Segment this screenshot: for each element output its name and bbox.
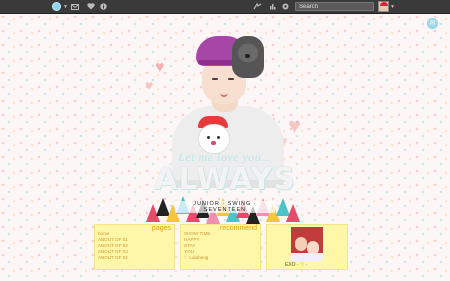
profile-caption: EXO · ♡ ·: [285, 262, 308, 268]
recommend-box: recommend SHOW TIME HAPPY STAY YOU ♡ Lal…: [180, 224, 261, 270]
add-post-icon[interactable]: [252, 2, 262, 11]
recommend-list: SHOW TIME HAPPY STAY YOU ♡ Lalabeng: [184, 231, 210, 261]
search-input[interactable]: [295, 2, 374, 11]
pages-box: pages home ABOUT OF 01 ABOUT OF 02 ABOUT…: [94, 224, 175, 270]
chevron-down-icon[interactable]: ▼: [63, 4, 68, 10]
pages-title: pages: [151, 225, 171, 232]
info-icon[interactable]: [99, 2, 108, 11]
message-button[interactable]: ✉: [426, 17, 439, 30]
list-item[interactable]: ♡ Lalabeng: [184, 255, 210, 261]
settings-icon[interactable]: [281, 2, 290, 11]
profile-photo[interactable]: [291, 227, 323, 261]
header-subline: JUNIOR · SWING · SEVENTEEN: [175, 201, 275, 213]
dashboard-logo-icon[interactable]: [52, 2, 61, 11]
activity-icon[interactable]: [268, 2, 277, 11]
recommend-title: recommend: [220, 225, 257, 232]
pages-list: home ABOUT OF 01 ABOUT OF 02 ABOUT OF 03…: [98, 231, 128, 261]
top-navigation-bar: ▼ ▼: [0, 0, 450, 14]
avatar[interactable]: [378, 1, 389, 12]
puppy-on-shoulder: [232, 36, 264, 78]
profile-box: EXO · ♡ ·: [266, 224, 348, 270]
list-item[interactable]: ABOUT OF 04: [98, 255, 128, 261]
mail-icon[interactable]: [70, 2, 79, 11]
chevron-down-icon[interactable]: ▼: [390, 4, 395, 10]
heart-icon[interactable]: [86, 2, 95, 11]
